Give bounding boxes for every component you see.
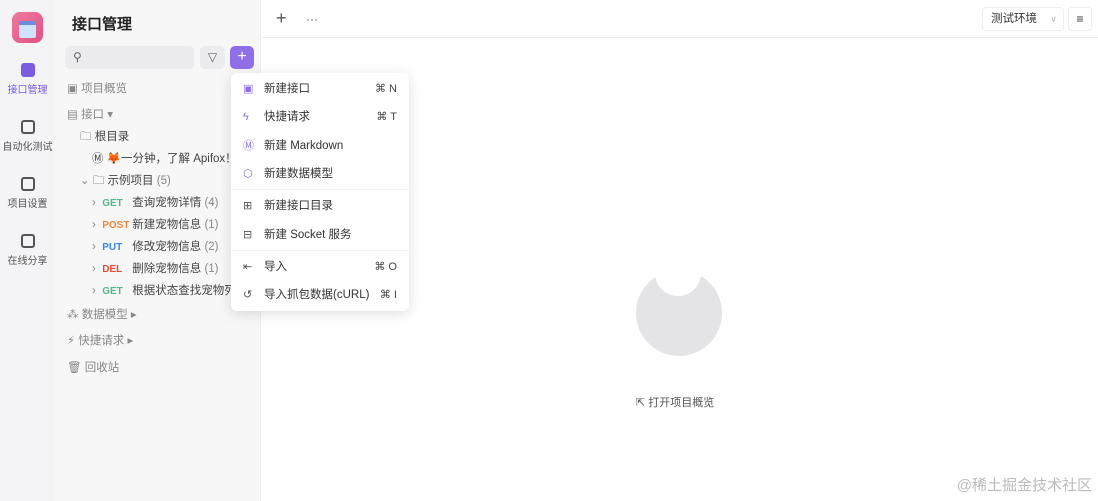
menu-item[interactable]: ⊞ 新建接口目录: [231, 192, 409, 220]
hamburger-icon: ≡: [1076, 12, 1084, 26]
divider: [231, 250, 409, 251]
method-badge: PUT: [102, 242, 123, 253]
menu-button[interactable]: ≡: [1068, 7, 1092, 31]
top-bar: + ···: [262, 0, 1098, 38]
tree-overview[interactable]: ▣ 项目概览: [67, 79, 127, 99]
api-icon: [20, 63, 35, 77]
empty-state-illustration: [636, 270, 722, 356]
chevron-down-icon: ∨: [1050, 14, 1057, 24]
endpoint-item[interactable]: › GET 根据状态查找宠物列..: [92, 281, 242, 301]
caret-right-icon: ▸: [124, 335, 134, 347]
endpoint-count: (1): [204, 219, 219, 231]
markdown-icon: Ⓜ: [92, 153, 107, 165]
endpoint-count: (2): [204, 241, 219, 253]
search-icon: ⚲: [73, 50, 82, 64]
data-model-icon: ⬡: [243, 168, 253, 180]
tree-trash[interactable]: 🗑 回收站: [67, 358, 119, 378]
new-folder-icon: ⊞: [243, 200, 253, 212]
endpoint-item[interactable]: › DEL 删除宠物信息 (1): [92, 259, 219, 279]
chevron-down-icon: ⌄: [80, 175, 93, 187]
menu-item[interactable]: ↺ 导入抓包数据(cURL) ⌘ I: [231, 281, 409, 309]
quick-request-icon: ⚡: [67, 335, 79, 347]
endpoint-count: (4): [204, 197, 219, 209]
menu-item[interactable]: ϟ 快捷请求 ⌘ T: [231, 103, 409, 131]
chevron-right-icon: ›: [92, 197, 103, 209]
rail-item-share[interactable]: 在线分享: [0, 234, 55, 267]
folder-icon: 🗀: [80, 131, 95, 143]
menu-item[interactable]: ⊟ 新建 Socket 服务: [231, 221, 409, 249]
rail-item-api[interactable]: 接口管理: [0, 63, 55, 96]
endpoint-name: 新建宠物信息: [132, 219, 202, 231]
chevron-right-icon: ›: [92, 241, 103, 253]
add-dropdown-menu: ▣ 新建接口 ⌘ Nϟ 快捷请求 ⌘ T Ⓜ 新建 Markdown ⬡ 新建数据模型 ⊞ 新建接口…: [231, 73, 409, 311]
tree-api[interactable]: ▤ 接口 ▾: [67, 105, 113, 125]
endpoint-name: 查询宠物详情: [132, 197, 202, 209]
page-title: 接口管理: [72, 16, 133, 33]
chevron-right-icon: ›: [92, 263, 103, 275]
markdown-icon: Ⓜ: [243, 140, 254, 152]
tree-data-model[interactable]: ⁂ 数据模型 ▸: [67, 305, 137, 325]
menu-item[interactable]: ⇤ 导入 ⌘ O: [231, 253, 409, 281]
endpoint-item[interactable]: › PUT 修改宠物信息 (2): [92, 237, 219, 257]
tree-doc[interactable]: Ⓜ 🦊一分钟，了解 Apifox！: [92, 149, 237, 169]
api-icon: ▤: [67, 109, 82, 121]
test-icon: [20, 120, 35, 134]
method-badge: GET: [102, 286, 123, 297]
endpoint-item[interactable]: › GET 查询宠物详情 (4): [92, 193, 219, 213]
endpoint-name: 修改宠物信息: [132, 241, 202, 253]
curl-import-icon: ↺: [243, 289, 253, 301]
menu-item[interactable]: ▣ 新建接口 ⌘ N: [231, 75, 409, 103]
data-model-icon: ⁂: [67, 309, 82, 321]
method-badge: POST: [102, 220, 130, 231]
import-icon: ⇤: [243, 261, 253, 273]
divider: [231, 189, 409, 190]
app-logo: [12, 12, 43, 43]
socket-icon: ⊟: [243, 229, 253, 241]
nav-rail: 接口管理 自动化测试 项目设置 在线分享: [0, 0, 55, 501]
share-icon: [20, 234, 35, 248]
add-button[interactable]: +: [230, 46, 254, 69]
tree-root[interactable]: 🗀 根目录: [80, 127, 129, 147]
tree-folder[interactable]: ⌄ 🗀 示例项目 (5): [80, 171, 171, 191]
menu-item[interactable]: Ⓜ 新建 Markdown: [231, 132, 409, 160]
chevron-right-icon: ›: [92, 285, 103, 297]
chevron-right-icon: ›: [92, 219, 103, 231]
method-badge: GET: [102, 198, 123, 209]
open-icon: ⇱: [636, 397, 649, 409]
tree-quick[interactable]: ⚡ 快捷请求 ▸: [67, 331, 133, 351]
folder-icon: 🗀: [92, 175, 108, 187]
settings-icon: [20, 177, 35, 191]
watermark: @稀土掘金技术社区: [956, 477, 1092, 494]
endpoint-count: (1): [204, 263, 219, 275]
filter-button[interactable]: ▽: [200, 46, 225, 69]
open-overview-link[interactable]: ⇱ 打开项目概览: [636, 394, 714, 410]
overview-icon: ▣: [67, 83, 82, 95]
search-input[interactable]: ⚲: [65, 46, 194, 69]
environment-select[interactable]: 测试环境 ∨: [982, 7, 1064, 31]
rail-item-autotest[interactable]: 自动化测试: [0, 120, 55, 153]
plus-icon: +: [237, 48, 247, 65]
caret-right-icon: ▸: [127, 309, 137, 321]
new-api-icon: ▣: [243, 83, 254, 95]
caret-down-icon: ▾: [104, 109, 114, 121]
endpoint-name: 根据状态查找宠物列..: [132, 285, 243, 297]
trash-icon: 🗑: [67, 362, 85, 374]
endpoint-item[interactable]: › POST 新建宠物信息 (1): [92, 215, 219, 235]
new-tab-button[interactable]: +: [276, 8, 287, 29]
quick-request-icon: ϟ: [243, 111, 249, 123]
method-badge: DEL: [102, 264, 123, 275]
menu-item[interactable]: ⬡ 新建数据模型: [231, 160, 409, 188]
rail-item-settings[interactable]: 项目设置: [0, 177, 55, 210]
more-button[interactable]: ···: [306, 12, 318, 26]
endpoint-name: 删除宠物信息: [132, 263, 202, 275]
filter-icon: ▽: [207, 50, 218, 64]
